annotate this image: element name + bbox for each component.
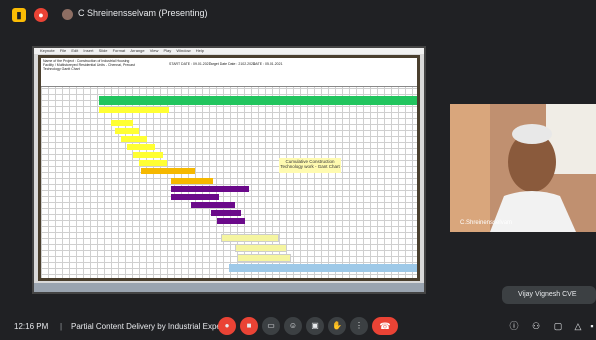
start-date: START DATE : 09.01.2021 [169,62,211,66]
record-icon[interactable]: ● [34,8,48,22]
menu-item[interactable]: Slide [99,48,108,53]
gantt-bar [111,120,133,126]
gantt-bar [217,218,245,224]
lock-icon[interactable]: ▪ [588,320,596,332]
gantt-bar [235,244,287,252]
spreadsheet: Name of the Project : Construction of In… [38,55,420,281]
menu-item[interactable]: Help [196,48,204,53]
camera-off-icon[interactable]: ■ [240,317,258,335]
yellow-app-icon[interactable]: ▮ [12,8,26,22]
gantt-bar [171,186,249,192]
menu-bar: Keynote File Edit Insert Slide Format Ar… [34,48,424,54]
gantt-bar [221,234,279,242]
duration-date: DATE : 05.01.2021 [253,62,283,66]
presenter-avatar [62,9,73,20]
chart-note: Cumulative Construction Technology work … [279,158,341,173]
gantt-bar [211,210,241,216]
gantt-bar [115,128,139,134]
activities-icon[interactable]: △ [572,320,584,332]
clock: 12:16 PM [14,322,49,331]
menu-item[interactable]: Window [176,48,190,53]
gantt-bar [237,254,291,262]
menu-item[interactable]: Play [163,48,171,53]
speaker-video [450,104,596,232]
people-icon[interactable]: ⚇ [530,320,542,332]
end-call-icon[interactable]: ☎ [372,317,398,335]
gantt-bar [139,160,167,166]
gantt-bar [99,96,417,105]
project-title: Name of the Project : Construction of In… [43,59,135,71]
more-icon[interactable]: ⋮ [350,317,368,335]
gantt-bar [99,107,169,113]
gantt-grid: Name of the Project : Construction of In… [41,58,417,278]
menu-item[interactable]: Edit [71,48,78,53]
captions-icon[interactable]: ▭ [262,317,280,335]
separator: | [60,322,63,331]
chat-icon[interactable]: ▢ [552,320,564,332]
gantt-bar [171,194,219,200]
gantt-bar [141,168,165,174]
raise-hand-icon[interactable]: ✋ [328,317,346,335]
gantt-bar [133,152,163,158]
self-name-label: Vijay Vignesh CVE [518,291,577,298]
remote-video-tile [450,104,596,232]
menu-item[interactable]: View [150,48,159,53]
gantt-bar [191,202,235,208]
finish-date: Target Date Date : 2102.2023 [209,62,255,66]
menu-item[interactable]: File [60,48,66,53]
menu-item[interactable]: Format [113,48,126,53]
gantt-bar [229,264,417,272]
sheet-header: Name of the Project : Construction of In… [41,58,417,87]
menu-item[interactable]: Keynote [40,48,55,53]
screen-share: Keynote File Edit Insert Slide Format Ar… [32,46,426,294]
top-bar: ▮ ● C Shreinensselvam (Presenting) [0,0,596,30]
remote-name-label: C.Shreinensselvam [460,220,513,226]
present-icon[interactable]: ▣ [306,317,324,335]
call-controls-bar: 12:16 PM | Partial Content Delivery by I… [0,312,596,340]
gantt-bar [171,178,213,184]
microphone-off-icon[interactable]: ● [218,317,236,335]
mac-dock [34,283,424,292]
gantt-bar [121,136,147,142]
gantt-bar [165,168,195,174]
emoji-icon[interactable]: ☺ [284,317,302,335]
menu-item[interactable]: Arrange [130,48,144,53]
gantt-bar [127,144,155,150]
meeting-title: Partial Content Delivery by Industrial E… [71,322,235,331]
presenter-label: C Shreinensselvam (Presenting) [78,8,208,18]
menu-item[interactable]: Insert [83,48,93,53]
info-icon[interactable]: ⓘ [508,320,520,332]
